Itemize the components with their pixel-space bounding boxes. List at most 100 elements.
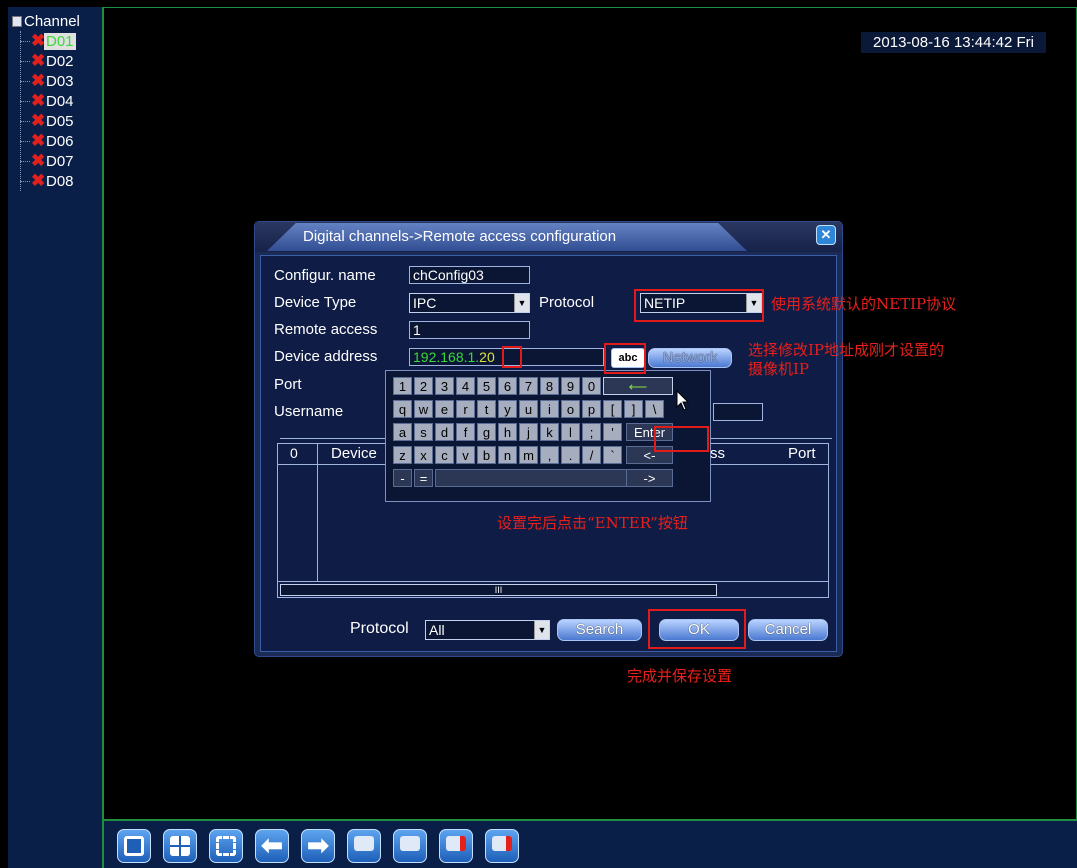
channel-item-d08[interactable]: ✖ D08 xyxy=(20,171,76,190)
config-name-field[interactable]: chConfig03 xyxy=(409,266,530,284)
key-keyboard-row2-7[interactable]: i xyxy=(540,400,559,418)
fullscreen-button[interactable] xyxy=(209,829,243,863)
key-keyboard-row2-12[interactable]: \ xyxy=(645,400,664,418)
bottom-toolbar: ⬅ ➡ xyxy=(104,819,1077,868)
protocol-label: Protocol xyxy=(539,294,595,311)
key-keyboard-row2-3[interactable]: r xyxy=(456,400,475,418)
mouse-cursor-icon xyxy=(676,390,690,411)
key-keyboard-row2-5[interactable]: y xyxy=(498,400,517,418)
single-view-button[interactable] xyxy=(117,829,151,863)
key-keyboard-row1-2[interactable]: 3 xyxy=(435,377,454,395)
monitor-play-icon xyxy=(354,836,374,851)
key-keyboard-row1-6[interactable]: 7 xyxy=(519,377,538,395)
key-keyboard-row2-4[interactable]: t xyxy=(477,400,496,418)
key-keyboard-row4-0[interactable]: z xyxy=(393,446,412,464)
key-keyboard-row4-7[interactable]: , xyxy=(540,446,559,464)
key-keyboard-row3-7[interactable]: k xyxy=(540,423,559,441)
search-protocol-select[interactable]: All ▼ xyxy=(425,620,550,640)
key-keyboard-row3-2[interactable]: d xyxy=(435,423,454,441)
monitor-button[interactable] xyxy=(393,829,427,863)
monitor-play-button[interactable] xyxy=(347,829,381,863)
channel-item-d02[interactable]: ✖ D02 xyxy=(20,51,76,70)
search-button[interactable]: Search xyxy=(557,619,642,641)
key-keyboard-row3-0[interactable]: a xyxy=(393,423,412,441)
key-keyboard-row4-6[interactable]: m xyxy=(519,446,538,464)
key-keyboard-row4-9[interactable]: / xyxy=(582,446,601,464)
record-play-button[interactable] xyxy=(439,829,473,863)
key-keyboard-row3-3[interactable]: f xyxy=(456,423,475,441)
search-protocol-value: All xyxy=(429,622,445,638)
previous-arrow-icon: ⬅ xyxy=(261,830,283,860)
device-type-select[interactable]: IPC ▼ xyxy=(409,293,530,313)
key-space[interactable] xyxy=(435,469,653,487)
channel-item-d04[interactable]: ✖ D04 xyxy=(20,91,76,110)
channel-item-d01[interactable]: ✖ D01 xyxy=(20,31,76,50)
device-type-value: IPC xyxy=(413,295,437,311)
channel-item-d07[interactable]: ✖ D07 xyxy=(20,151,76,170)
key-keyboard-row1-3[interactable]: 4 xyxy=(456,377,475,395)
quad-view-icon xyxy=(170,836,190,856)
key-keyboard-row3-4[interactable]: g xyxy=(477,423,496,441)
key-keyboard-row1-8[interactable]: 9 xyxy=(561,377,580,395)
key-keyboard-row1-7[interactable]: 8 xyxy=(540,377,559,395)
next-button[interactable]: ➡ xyxy=(301,829,335,863)
key-keyboard-row1-1[interactable]: 2 xyxy=(414,377,433,395)
key-keyboard-row4-1[interactable]: x xyxy=(414,446,433,464)
channel-item-d03[interactable]: ✖ D03 xyxy=(20,71,76,90)
key-keyboard-row2-9[interactable]: p xyxy=(582,400,601,418)
channel-item-d05[interactable]: ✖ D05 xyxy=(20,111,76,130)
key-keyboard-row3-1[interactable]: s xyxy=(414,423,433,441)
key-keyboard-row3-10[interactable]: ' xyxy=(603,423,622,441)
channel-root[interactable]: Channel xyxy=(12,13,80,30)
key-keyboard-row2-8[interactable]: o xyxy=(561,400,580,418)
key-keyboard-row4-8[interactable]: . xyxy=(561,446,580,464)
close-icon[interactable]: ✕ xyxy=(816,225,836,245)
previous-button[interactable]: ⬅ xyxy=(255,829,289,863)
key-keyboard-row2-11[interactable]: ] xyxy=(624,400,643,418)
key-keyboard-row2-6[interactable]: u xyxy=(519,400,538,418)
key-keyboard-row3-5[interactable]: h xyxy=(498,423,517,441)
col-device: Device xyxy=(331,445,377,462)
key-keyboard-row2-2[interactable]: e xyxy=(435,400,454,418)
key-keyboard-row4-10[interactable]: ` xyxy=(603,446,622,464)
device-type-label: Device Type xyxy=(274,294,357,311)
key-keyboard-row5-1[interactable]: = xyxy=(414,469,433,487)
key-keyboard-row4-5[interactable]: n xyxy=(498,446,517,464)
username-field-edge[interactable] xyxy=(713,403,763,421)
col-address: ss xyxy=(710,445,725,462)
key-keyboard-row2-10[interactable]: [ xyxy=(603,400,622,418)
quad-view-button[interactable] xyxy=(163,829,197,863)
channel-root-label: Channel xyxy=(24,13,80,30)
key-keyboard-row1-9[interactable]: 0 xyxy=(582,377,601,395)
key-keyboard-row4-2[interactable]: c xyxy=(435,446,454,464)
username-label: Username xyxy=(274,403,344,420)
channel-item-d06[interactable]: ✖ D06 xyxy=(20,131,76,150)
key-keyboard-row1-5[interactable]: 6 xyxy=(498,377,517,395)
device-address-value: 192.168.1. xyxy=(413,349,480,365)
ip-suffix-highlight xyxy=(502,346,522,368)
key-keyboard-row4-4[interactable]: b xyxy=(477,446,496,464)
remote-access-field[interactable]: 1 xyxy=(409,321,530,339)
key-keyboard-row5-0[interactable]: - xyxy=(393,469,412,487)
monitor-icon xyxy=(400,836,420,851)
horizontal-scrollbar[interactable]: III xyxy=(278,581,828,598)
key-keyboard-row2-1[interactable]: w xyxy=(414,400,433,418)
record-stop-button[interactable] xyxy=(485,829,519,863)
key-keyboard-row3-9[interactable]: ; xyxy=(582,423,601,441)
folder-icon xyxy=(12,16,22,27)
key-keyboard-row3-6[interactable]: j xyxy=(519,423,538,441)
network-button[interactable]: Network xyxy=(648,348,732,368)
ok-highlight xyxy=(648,609,746,649)
key-keyboard-row3-8[interactable]: l xyxy=(561,423,580,441)
key-keyboard-row1-0[interactable]: 1 xyxy=(393,377,412,395)
key-keyboard-backspace[interactable]: ⟵ xyxy=(603,377,673,395)
enter-highlight xyxy=(654,426,709,452)
key-keyboard-row1-4[interactable]: 5 xyxy=(477,377,496,395)
channel-tree: Channel ✖ D01 ✖ D02 ✖ D03 ✖ D04 ✖ D05 ✖ D06 ✖ D… xyxy=(8,7,104,868)
key-keyboard-row2-0[interactable]: q xyxy=(393,400,412,418)
key-keyboard-right[interactable]: -> xyxy=(626,469,673,487)
col-index: 0 xyxy=(290,445,298,461)
cancel-button[interactable]: Cancel xyxy=(748,619,828,641)
key-keyboard-row4-3[interactable]: v xyxy=(456,446,475,464)
scrollbar-thumb[interactable]: III xyxy=(280,584,717,596)
